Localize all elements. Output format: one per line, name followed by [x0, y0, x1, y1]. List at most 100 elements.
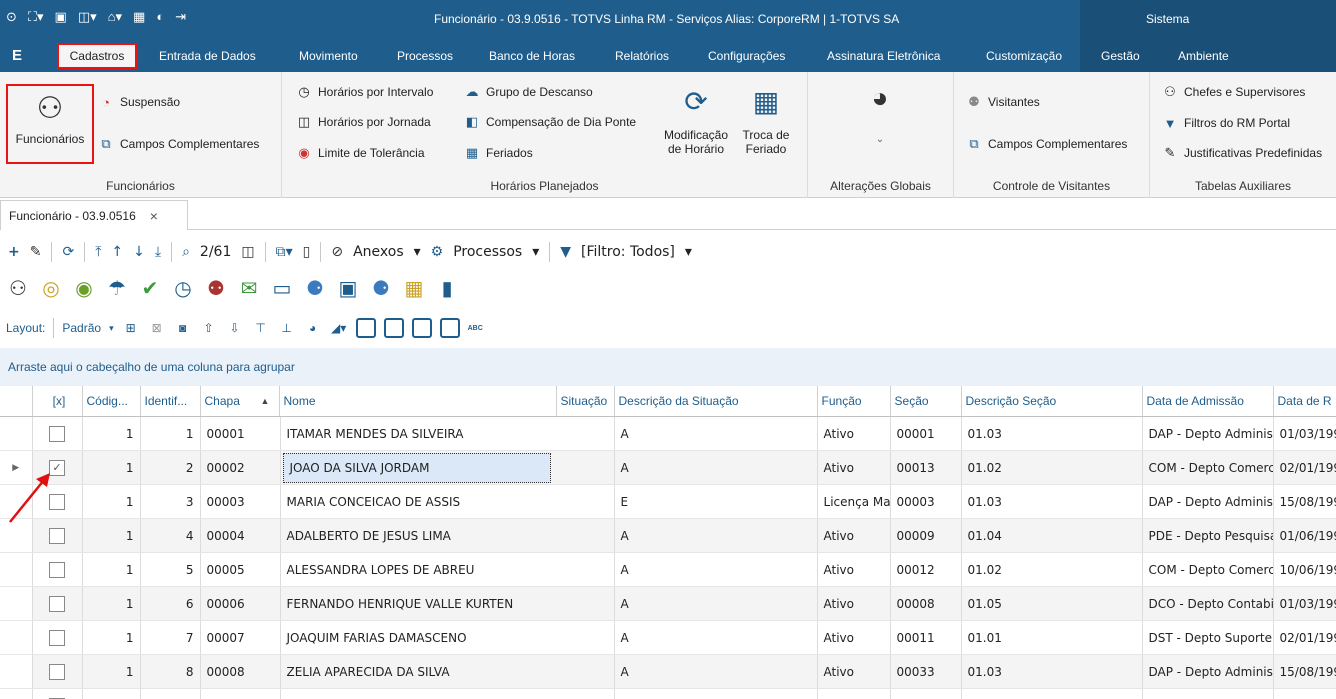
- chevron-down-icon[interactable]: ▾: [685, 244, 692, 260]
- processos-dropdown[interactable]: Processos: [453, 244, 522, 260]
- menu-entrada-de-dados[interactable]: Entrada de Dados: [159, 49, 256, 63]
- cell-funcao[interactable]: 00008: [890, 586, 962, 621]
- chevron-down-icon[interactable]: ▾: [532, 244, 539, 260]
- cell-descricao-secao[interactable]: DAP - Depto Administrativo: [1142, 688, 1274, 699]
- campos-complementares-button[interactable]: ⧉ Campos Complementares: [98, 136, 259, 152]
- col-header-nome[interactable]: Nome: [280, 394, 316, 408]
- cell-codigo[interactable]: 1: [82, 552, 141, 587]
- add-team-icon[interactable]: ⚈: [369, 276, 393, 301]
- cell-funcao[interactable]: 00009: [890, 518, 962, 553]
- cell-funcao[interactable]: 00013: [890, 450, 962, 485]
- alteracoes-globais-button[interactable]: ◕ ⌄: [852, 82, 908, 145]
- cell-descricao-situacao[interactable]: Ativo: [817, 654, 891, 689]
- umbrella-icon[interactable]: ☂: [105, 276, 129, 301]
- app-menu-icon[interactable]: ⊙: [6, 9, 17, 25]
- cell-secao[interactable]: 01.02: [961, 450, 1143, 485]
- anexos-dropdown[interactable]: Anexos: [353, 244, 404, 260]
- row-indicator[interactable]: [0, 586, 33, 621]
- export-icon[interactable]: ⧉▾: [276, 244, 293, 260]
- row-checkbox[interactable]: [49, 595, 65, 612]
- visitantes-campos-button[interactable]: ⧉ Campos Complementares: [966, 136, 1127, 152]
- last-record-icon[interactable]: ⤓: [155, 244, 161, 260]
- cell-situacao[interactable]: A: [614, 552, 818, 587]
- people-icon[interactable]: ⚉: [204, 276, 228, 301]
- col-header-data-rescisao[interactable]: Data de R: [1273, 386, 1336, 417]
- cell-identificador[interactable]: 1: [140, 416, 201, 451]
- cell-descricao-situacao[interactable]: Ativo: [817, 586, 891, 621]
- cell-secao[interactable]: 01.03: [961, 416, 1143, 451]
- menu-configuracoes[interactable]: Configurações: [708, 49, 785, 63]
- cell-data-admissao[interactable]: 10/06/1992: [1273, 552, 1336, 587]
- filtros-button[interactable]: ▼ Filtros do RM Portal: [1162, 115, 1290, 131]
- cell-descricao-secao[interactable]: COM - Depto Comercial: [1142, 552, 1274, 587]
- add-coins-icon[interactable]: ◉: [72, 276, 96, 301]
- edit-icon[interactable]: ✎: [30, 244, 42, 260]
- cell-identificador[interactable]: 8: [140, 654, 201, 689]
- attachment-icon[interactable]: ⊘: [331, 244, 343, 260]
- selected-cell[interactable]: JOAO DA SILVA JORDAM: [282, 452, 551, 483]
- troca-feriado-button[interactable]: ▦ Troca de Feriado: [734, 86, 798, 156]
- col-header-secao[interactable]: Seção: [890, 386, 962, 417]
- cell-descricao-situacao[interactable]: Ativo: [817, 518, 891, 553]
- cell-data-admissao[interactable]: 15/08/1991: [1273, 654, 1336, 689]
- cell-descricao-secao[interactable]: DCO - Depto Contabilidade: [1142, 586, 1274, 621]
- cell-secao[interactable]: 01.03: [961, 484, 1143, 519]
- table-row[interactable]: 1 5 00005 ALESSANDRA LOPES DE ABREU A Ativo 00…: [0, 552, 1336, 587]
- cell-codigo[interactable]: 1: [82, 518, 141, 553]
- gear-icon[interactable]: ⚙: [431, 244, 444, 260]
- cell-secao[interactable]: 01.01: [961, 620, 1143, 655]
- menu-ambiente[interactable]: Ambiente: [1178, 49, 1229, 63]
- compensacao-button[interactable]: ◧ Compensação de Dia Ponte: [464, 114, 636, 130]
- table-row[interactable]: 1900009BEATRIZ MENGA DA LUZELicença Mate…: [0, 688, 1336, 699]
- cell-identificador[interactable]: 4: [140, 518, 201, 553]
- row-indicator[interactable]: [0, 552, 33, 587]
- horarios-intervalo-button[interactable]: ◷ Horários por Intervalo: [296, 84, 433, 100]
- filter-dropdown[interactable]: [Filtro: Todos]: [581, 244, 675, 260]
- cell-data-admissao[interactable]: 01/03/1990: [1273, 586, 1336, 621]
- sistema-label[interactable]: Sistema: [1146, 12, 1189, 26]
- next-record-icon[interactable]: ↓: [133, 244, 145, 260]
- pin-icon[interactable]: ⊤: [252, 319, 270, 337]
- suspensao-button[interactable]: ◔ Suspensão: [98, 94, 180, 110]
- remove-person-icon[interactable]: ⚇: [6, 276, 30, 301]
- cell-data-admissao[interactable]: 15/08/1991: [1273, 484, 1336, 519]
- grupo-descanso-button[interactable]: ☁ Grupo de Descanso: [464, 84, 593, 100]
- cell-nome[interactable]: ALESSANDRA LOPES DE ABREU: [280, 552, 615, 587]
- search-icon[interactable]: ⌕: [182, 244, 190, 260]
- menu-banco-de-horas[interactable]: Banco de Horas: [489, 49, 575, 63]
- limite-tolerancia-button[interactable]: ◉ Limite de Tolerância: [296, 145, 424, 161]
- close-icon[interactable]: ×: [150, 208, 158, 224]
- row-checkbox[interactable]: [49, 663, 65, 680]
- cell-nome[interactable]: FERNANDO HENRIQUE VALLE KURTEN: [280, 586, 615, 621]
- cell-identificador[interactable]: 7: [140, 620, 201, 655]
- table-row[interactable]: 1 4 00004 ADALBERTO DE JESUS LIMA A Ativo 0000…: [0, 518, 1336, 553]
- cell-chapa[interactable]: 00004: [200, 518, 281, 553]
- add-layout-icon[interactable]: ⊞: [122, 319, 140, 337]
- cell-data-admissao[interactable]: 01/03/1990: [1273, 416, 1336, 451]
- cell-secao[interactable]: 01.03: [961, 688, 1143, 699]
- abc-icon[interactable]: ABC: [468, 325, 483, 332]
- col-header-descricao-situacao[interactable]: Descrição da Situação: [614, 386, 818, 417]
- col-header-chapa[interactable]: Chapa ▲ Nome: [200, 386, 557, 417]
- cell-secao[interactable]: 01.02: [961, 552, 1143, 587]
- cell-descricao-situacao[interactable]: Licença Mater.: [817, 688, 891, 699]
- col-header-situacao[interactable]: Situação: [556, 386, 615, 417]
- row-checkbox[interactable]: [49, 425, 65, 442]
- cell-descricao-secao[interactable]: PDE - Depto Pesquisa e D...: [1142, 518, 1274, 553]
- exit-icon[interactable]: ⇥: [175, 9, 186, 25]
- cell-descricao-secao[interactable]: DAP - Depto Administrativo: [1142, 416, 1274, 451]
- cell-identificador[interactable]: 3: [140, 484, 201, 519]
- cell-descricao-situacao[interactable]: Licença Mater.: [817, 484, 891, 519]
- cell-situacao[interactable]: A: [614, 416, 818, 451]
- modificacao-horario-button[interactable]: ⟳ Modificação de Horário: [660, 86, 732, 156]
- table-row[interactable]: 1 3 00003 MARIA CONCEICAO DE ASSIS E Licença …: [0, 484, 1336, 519]
- cell-data-admissao[interactable]: 02/01/1991: [1273, 620, 1336, 655]
- cell-chapa[interactable]: 00005: [200, 552, 281, 587]
- cell-identificador[interactable]: 2: [140, 450, 201, 485]
- col-header-identificador[interactable]: Identif...: [140, 386, 201, 417]
- delete-layout-icon[interactable]: ⊠: [148, 319, 166, 337]
- window-icon[interactable]: ◫▾: [78, 9, 97, 25]
- row-indicator[interactable]: [0, 654, 33, 689]
- cell-situacao[interactable]: A: [614, 586, 818, 621]
- layout-bottom-icon[interactable]: [355, 318, 376, 338]
